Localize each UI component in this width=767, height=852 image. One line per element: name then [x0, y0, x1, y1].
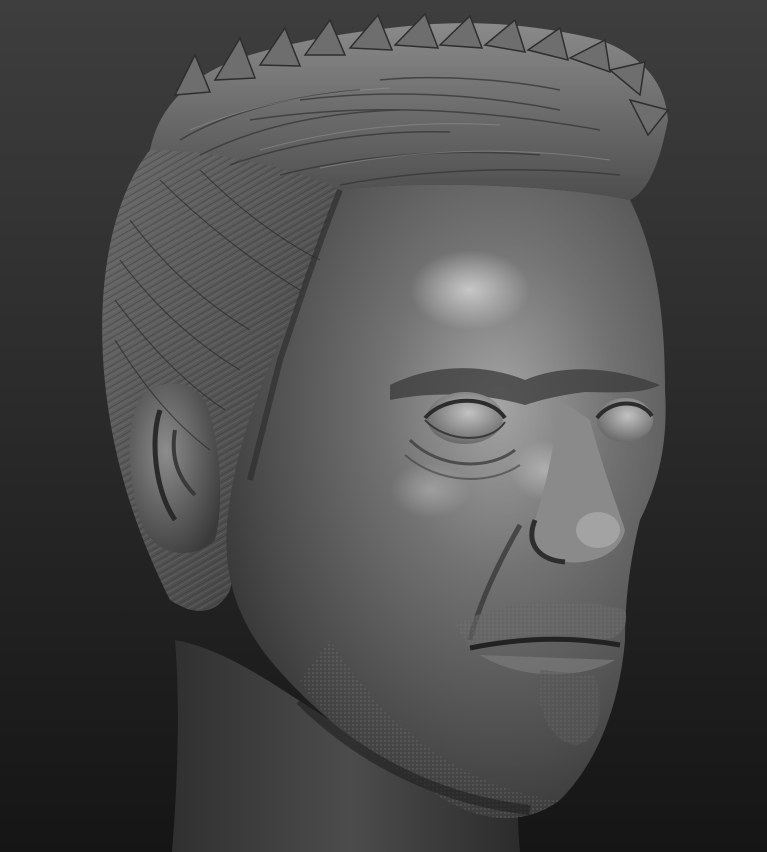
- forehead-highlight: [410, 250, 530, 330]
- head-sculpt-render: [0, 0, 767, 852]
- sculpt-viewport[interactable]: [0, 0, 767, 852]
